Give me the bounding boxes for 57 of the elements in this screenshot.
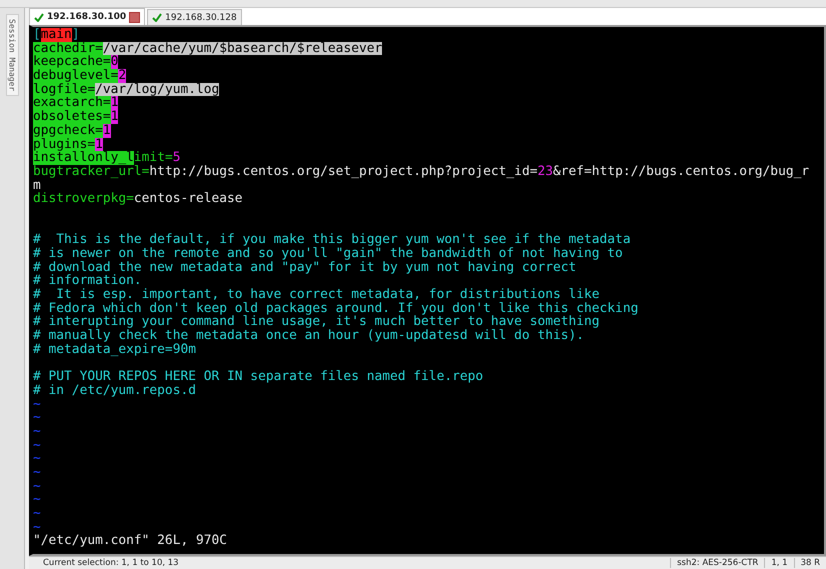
terminal-text: ~ xyxy=(33,466,41,480)
terminal-text: ] xyxy=(72,28,80,42)
terminal-text: # is newer on the remote and so you'll "gain" the bandwidth of not having to xyxy=(33,247,623,261)
terminal-text: http://bugs.centos.org/set_project.php?project_id= xyxy=(149,164,538,179)
terminal-text: 1 xyxy=(95,138,103,152)
status-text: 38 R xyxy=(794,558,826,568)
status-text: Current selection: 1, 1 to 10, 13 xyxy=(43,558,180,568)
terminal-text: ~ xyxy=(33,424,41,439)
terminal-text: 2 xyxy=(118,69,126,83)
check-icon xyxy=(34,12,44,22)
session-tab[interactable]: 192.168.30.128 xyxy=(147,9,242,25)
terminal-text: exactarch= xyxy=(33,96,111,110)
terminal-text: ~ xyxy=(33,480,41,494)
terminal-text: "/etc/yum.conf" 26L, 970C xyxy=(33,534,228,548)
terminal-text: &ref=http://bugs.centos.org/bug_r xyxy=(553,164,810,179)
terminal-text: ~ xyxy=(33,398,41,412)
terminal-text: [ xyxy=(33,28,41,42)
terminal-text: main xyxy=(40,28,72,42)
terminal-text: ~ xyxy=(33,520,41,534)
terminal-text: debuglevel= xyxy=(33,69,118,83)
terminal-text: # It is esp. important, to have correct metadata, for distributions like xyxy=(33,288,600,302)
terminal-text: distroverpkg= xyxy=(33,192,134,206)
status-text: ssh2: AES-256-CTR xyxy=(670,558,764,568)
terminal-text: ~ xyxy=(33,507,41,521)
terminal-text: # download the new metadata and "pay" for it by yum not having correct xyxy=(33,260,576,274)
terminal-text: # information. xyxy=(33,274,142,288)
terminal-text: centos-release xyxy=(134,192,243,206)
terminal-text: /var/cache/yum/$basearch/$releasever xyxy=(102,42,382,56)
terminal-text: 5 xyxy=(172,151,180,165)
terminal-text: logfile= xyxy=(33,82,96,96)
session-tab[interactable]: 192.168.30.100 xyxy=(29,8,146,25)
terminal-text: ~ xyxy=(33,411,41,425)
terminal-text: # in /etc/yum.repos.d xyxy=(33,384,196,398)
terminal-text: ~ xyxy=(33,493,41,508)
terminal-text: imit= xyxy=(134,151,173,165)
terminal-text: # interupting your command line usage, it's much better to have something xyxy=(33,315,600,330)
terminal-text: keepcache= xyxy=(33,55,111,70)
terminal-text: /var/log/yum.log xyxy=(95,82,220,96)
close-icon[interactable] xyxy=(129,12,140,22)
terminal-text: # PUT YOUR REPOS HERE OR IN separate files named file.repo xyxy=(33,370,484,384)
terminal-text: gpgcheck= xyxy=(33,124,103,138)
terminal-text: ~ xyxy=(33,452,41,466)
terminal-text: # This is the default, if you make this bigger yum won't see if the metadata xyxy=(33,233,631,247)
terminal-text: 23 xyxy=(537,164,553,179)
terminal-text: m xyxy=(33,178,41,192)
terminal-text: # metadata_expire=90m xyxy=(33,342,196,356)
terminal-text: plugins= xyxy=(33,138,96,152)
terminal-text: # manually check the metadata once an hour (yum-updatesd will do this). xyxy=(33,329,584,343)
terminal-text: cachedir= xyxy=(33,42,103,56)
status-text: 1, 1 xyxy=(764,558,794,568)
terminal-text: # Fedora which don't keep old packages around. If you don't like this checking xyxy=(33,302,638,316)
terminal-text: obsoletes= xyxy=(33,110,111,124)
terminal-text: bugtracker_url= xyxy=(33,164,150,179)
terminal-text: installonly_l xyxy=(33,151,134,165)
check-icon xyxy=(152,13,162,22)
session-manager-tab[interactable]: Session Manager xyxy=(6,14,18,96)
terminal-text: ~ xyxy=(33,438,41,452)
